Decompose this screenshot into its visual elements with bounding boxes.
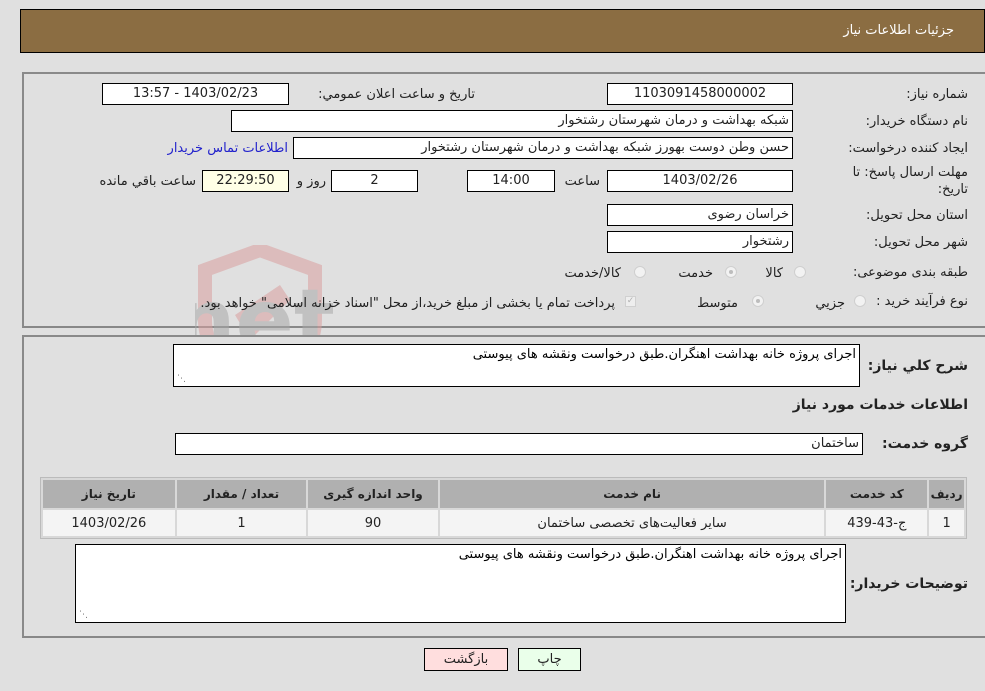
days-label: روز و <box>296 174 326 189</box>
col-header-service-name: نام خدمت <box>439 480 825 508</box>
city-label: شهر محل تحويل: <box>873 235 968 250</box>
purchase-type-label: نوع فرآیند خرید : <box>876 294 968 309</box>
need-number-label: شماره نیاز: <box>906 87 968 102</box>
announce-datetime-field[interactable]: 1403/02/23 - 13:57 <box>102 83 289 105</box>
service-group-label: گروه خدمت: <box>882 436 968 452</box>
treasury-checkbox[interactable]: ✓ <box>625 296 636 307</box>
table-row: 1 ج-43-439 ساير فعاليت‌های تخصصی ساختمان… <box>43 510 964 536</box>
province-field[interactable]: خراسان رضوی <box>607 204 793 226</box>
deadline-time-label: ساعت <box>564 174 600 189</box>
col-header-service-code: کد خدمت <box>826 480 928 508</box>
requester-field[interactable]: حسن وطن دوست بهورز شبکه بهداشت و درمان ش… <box>293 137 793 159</box>
page-title: جزئیات اطلاعات نیاز <box>843 23 954 38</box>
purchase-radio-medium[interactable] <box>752 295 764 307</box>
cell-service-name: ساير فعاليت‌های تخصصی ساختمان <box>439 510 825 536</box>
buyer-org-field[interactable]: شبکه بهداشت و درمان شهرستان رشتخوار <box>231 110 793 132</box>
need-number-field[interactable]: 1103091458000002 <box>607 83 793 105</box>
remaining-days-field: 2 <box>331 170 418 192</box>
deadline-label-line1: مهلت ارسال پاسخ: تا <box>852 165 968 180</box>
treasury-note: پرداخت تمام یا بخشی از مبلغ خرید،از محل … <box>200 296 615 311</box>
buyer-org-label: نام دستگاه خريدار: <box>865 114 968 129</box>
back-button[interactable]: بازگشت <box>424 648 508 671</box>
purchase-option-medium: متوسط <box>697 296 738 311</box>
table-header-row: رديف کد خدمت نام خدمت واحد اندازه گيری ت… <box>43 480 964 508</box>
category-radio-goods[interactable] <box>794 266 806 278</box>
requester-label: ايجاد کننده درخواست: <box>848 141 968 156</box>
general-desc-textarea[interactable]: اجرای پروژه خانه بهداشت اهنگران.طبق درخو… <box>173 344 860 387</box>
services-table: رديف کد خدمت نام خدمت واحد اندازه گيری ت… <box>40 477 967 539</box>
purchase-radio-minor[interactable] <box>854 295 866 307</box>
general-desc-label: شرح کلي نياز: <box>867 358 968 374</box>
city-field[interactable]: رشتخوار <box>607 231 793 253</box>
province-label: استان محل تحويل: <box>866 208 968 223</box>
col-header-need-date: تاريخ نياز <box>43 480 175 508</box>
cell-row-no: 1 <box>929 510 964 536</box>
page-header: جزئیات اطلاعات نیاز <box>20 9 985 53</box>
category-label: طبقه بندی موضوعی: <box>852 265 968 280</box>
col-header-unit: واحد اندازه گيری <box>308 480 438 508</box>
category-radio-goods-service[interactable] <box>634 266 646 278</box>
col-header-quantity: تعداد / مقدار <box>176 480 307 508</box>
deadline-time-field[interactable]: 14:00 <box>467 170 555 192</box>
service-group-field[interactable]: ساختمان <box>175 433 863 455</box>
category-option-goods-service: کالا/خدمت <box>564 266 621 281</box>
announce-datetime-label: تاریخ و ساعت اعلان عمومي: <box>318 87 475 102</box>
category-option-service: خدمت <box>678 266 713 281</box>
deadline-date-field[interactable]: 1403/02/26 <box>607 170 793 192</box>
deadline-label-line2: تاریخ: <box>937 182 968 197</box>
cell-need-date: 1403/02/26 <box>43 510 175 536</box>
services-heading: اطلاعات خدمات مورد نياز <box>792 397 968 413</box>
print-button[interactable]: چاپ <box>518 648 581 671</box>
buyer-contact-link[interactable]: اطلاعات تماس خريدار <box>168 141 288 156</box>
category-option-goods: کالا <box>765 266 783 281</box>
resize-grip-icon[interactable]: ⋰ <box>176 374 186 384</box>
cell-service-code: ج-43-439 <box>826 510 928 536</box>
cell-quantity: 1 <box>176 510 307 536</box>
category-radio-service[interactable] <box>725 266 737 278</box>
purchase-option-minor: جزيي <box>815 296 845 311</box>
remaining-time-label: ساعت باقي مانده <box>99 174 196 189</box>
remaining-time-field: 22:29:50 <box>202 170 289 192</box>
resize-grip-icon[interactable]: ⋰ <box>78 610 88 620</box>
col-header-row-no: رديف <box>929 480 964 508</box>
buyer-notes-label: توضيحات خريدار: <box>849 576 968 592</box>
cell-unit: 90 <box>308 510 438 536</box>
buyer-notes-textarea[interactable]: اجرای پروژه خانه بهداشت اهنگران.طبق درخو… <box>75 544 846 623</box>
